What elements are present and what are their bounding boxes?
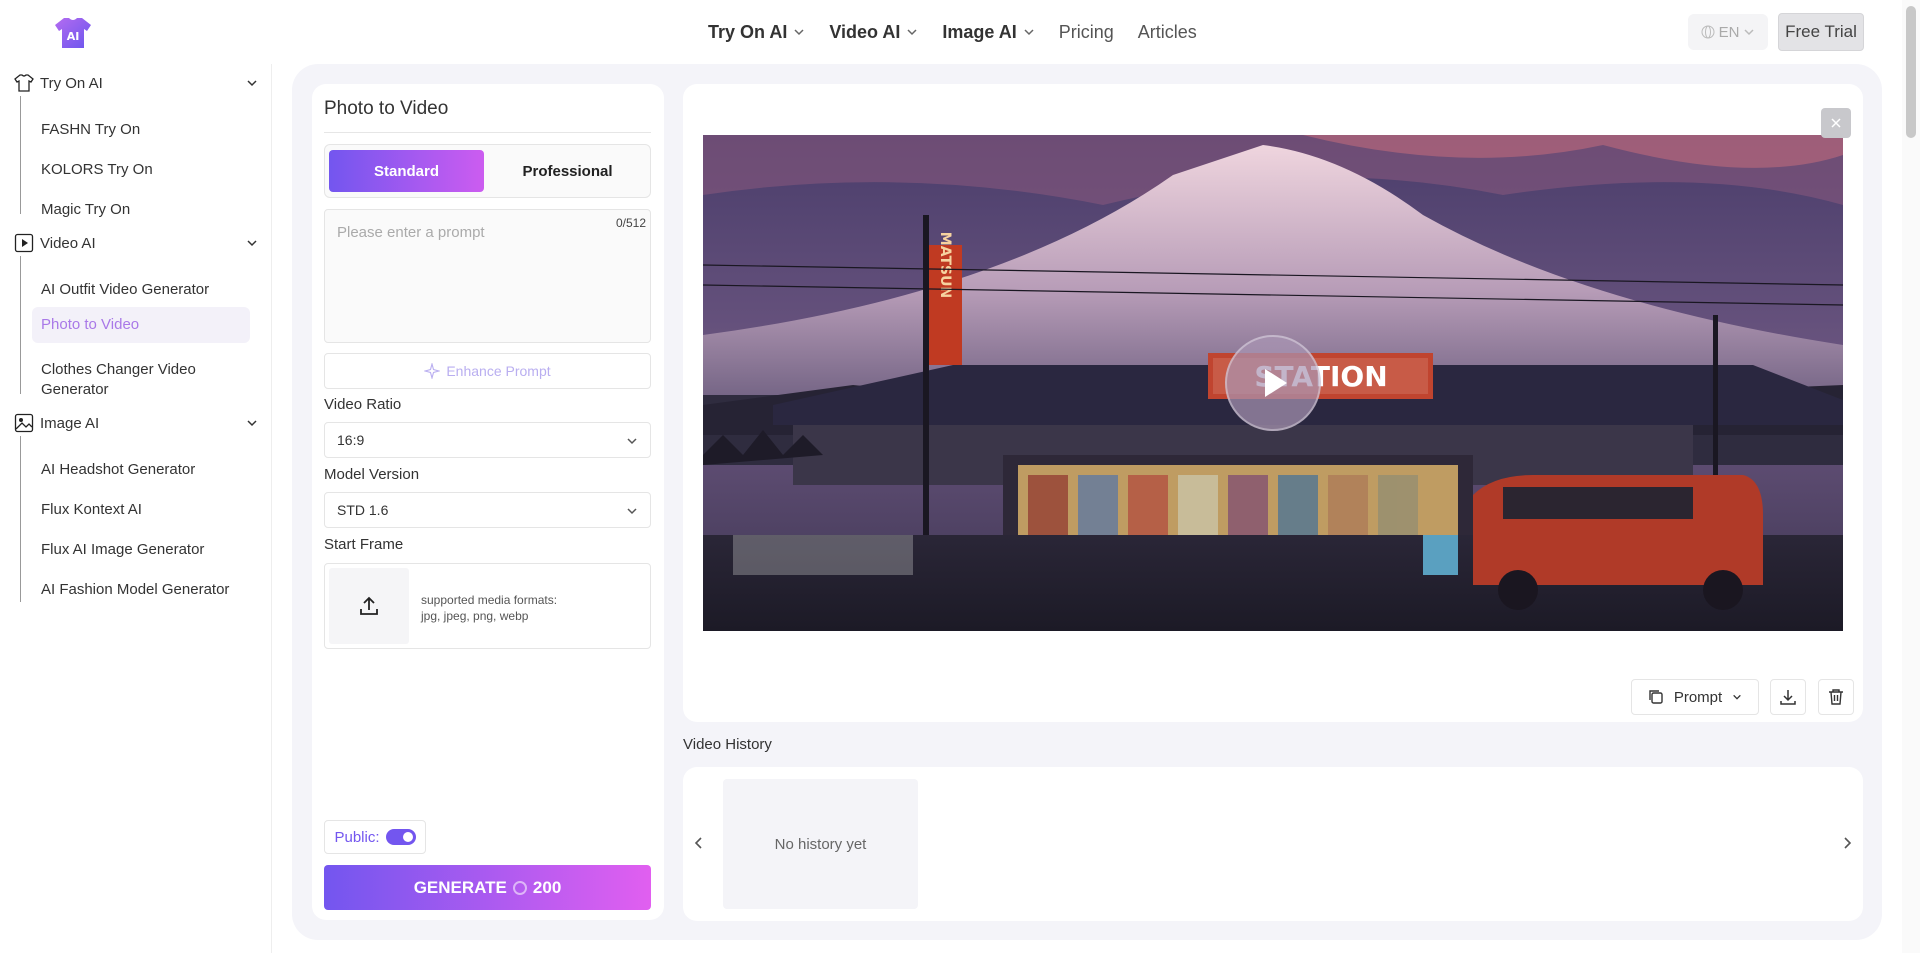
sidebar-item-flux-kontext-ai[interactable]: Flux Kontext AI (32, 492, 252, 528)
generate-cost: 200 (532, 877, 562, 897)
top-bar: AI Try On AI Video AI Image AI Pricing A… (0, 0, 1920, 64)
chevron-down-icon (1744, 29, 1754, 36)
public-toggle[interactable]: Public: (324, 820, 426, 854)
formats-line: supported media formats: (421, 593, 558, 607)
nav-video-ai[interactable]: Video AI (829, 22, 918, 43)
free-trial-button[interactable]: Free Trial (1778, 13, 1864, 51)
nav-label: Image AI (942, 21, 1017, 42)
title-divider (324, 132, 651, 133)
chevron-down-icon (247, 420, 257, 427)
prompt-char-count: 0/512 (615, 216, 646, 230)
sidebar-item-magic-try-on[interactable]: Magic Try On (32, 192, 252, 228)
section-title: Try On AI (40, 74, 103, 92)
start-frame-label: Start Frame (324, 536, 404, 553)
page-scrollbar[interactable] (1902, 0, 1920, 953)
sidebar-item-fashn-try-on[interactable]: FASHN Try On (32, 112, 252, 148)
sidebar-item-clothes-changer-video-generator[interactable]: Clothes Changer Video Generator (32, 352, 222, 408)
video-history-label: Video History (683, 736, 772, 753)
nav-label: Try On AI (708, 21, 788, 42)
toggle-switch[interactable] (385, 829, 416, 845)
download-icon (1780, 690, 1796, 705)
prompt-placeholder: Please enter a prompt (337, 224, 485, 241)
video-ratio-value: 16:9 (337, 432, 365, 448)
credit-coin-icon (512, 880, 527, 895)
nav-pricing[interactable]: Pricing (1059, 22, 1114, 43)
start-frame-upload[interactable]: supported media formats: jpg, jpeg, png,… (324, 563, 651, 649)
formats-line: jpg, jpeg, png, webp (421, 609, 529, 623)
history-next-arrow-icon[interactable] (1841, 836, 1853, 850)
sidebar-section-image-ai[interactable]: Image AI (14, 413, 258, 433)
page-title: Photo to Video (324, 98, 449, 119)
chevron-down-icon (247, 240, 257, 247)
video-icon (14, 233, 34, 253)
section-divider-line (20, 96, 21, 214)
history-empty-placeholder: No history yet (723, 779, 918, 909)
nav-label: Video AI (829, 21, 901, 42)
logo-icon[interactable]: AI (54, 16, 92, 50)
model-version-label: Model Version (324, 466, 420, 483)
section-title: Video AI (40, 234, 96, 252)
chevron-down-icon (247, 80, 257, 87)
nav-try-on-ai[interactable]: Try On AI (708, 22, 805, 43)
shirt-icon (14, 74, 34, 92)
enhance-label: Enhance Prompt (446, 363, 551, 379)
chevron-down-icon (627, 508, 637, 515)
video-ratio-select[interactable]: 16:9 (324, 422, 651, 458)
vertical-sign: MATSUN (937, 232, 953, 298)
image-icon (14, 413, 34, 433)
upload-button[interactable] (329, 568, 409, 644)
model-version-select[interactable]: STD 1.6 (324, 492, 651, 528)
prompt-button-label: Prompt (1673, 688, 1723, 706)
section-title: Image AI (40, 414, 100, 432)
sparkle-icon (424, 363, 441, 379)
svg-text:AI: AI (67, 30, 80, 43)
chevron-down-icon (1024, 29, 1034, 36)
generate-label: GENERATE (413, 877, 507, 897)
section-divider-line (20, 256, 21, 394)
prompt-input[interactable]: Please enter a prompt 0/512 (324, 209, 651, 343)
sidebar-item-ai-outfit-video-generator[interactable]: AI Outfit Video Generator (32, 272, 252, 308)
sidebar-item-kolors-try-on[interactable]: KOLORS Try On (32, 152, 252, 188)
video-ratio-label: Video Ratio (324, 396, 402, 413)
language-selector[interactable]: EN (1688, 14, 1768, 50)
chevron-down-icon (794, 29, 804, 36)
chevron-down-icon (1733, 694, 1741, 700)
generate-button[interactable]: GENERATE 200 (324, 865, 651, 910)
language-label: EN (1718, 23, 1740, 41)
trash-icon (1829, 689, 1843, 705)
sidebar-item-ai-fashion-model-generator[interactable]: AI Fashion Model Generator (32, 572, 252, 608)
scrollbar-thumb[interactable] (1906, 6, 1916, 138)
play-button[interactable] (1225, 335, 1321, 431)
professional-mode-button[interactable]: Professional (490, 150, 645, 192)
close-preview-button[interactable] (1821, 108, 1851, 138)
enhance-prompt-button[interactable]: Enhance Prompt (324, 353, 651, 389)
sidebar-section-try-on-ai[interactable]: Try On AI (14, 73, 258, 93)
history-prev-arrow-icon[interactable] (693, 836, 705, 850)
chevron-down-icon (627, 438, 637, 445)
public-label: Public: (334, 828, 380, 846)
copy-icon (1649, 690, 1663, 704)
chevron-down-icon (907, 29, 917, 36)
download-button[interactable] (1770, 679, 1806, 715)
sidebar-item-flux-ai-image-generator[interactable]: Flux AI Image Generator (32, 532, 252, 568)
standard-mode-button[interactable]: Standard (329, 150, 484, 192)
sidebar-section-video-ai[interactable]: Video AI (14, 233, 258, 253)
play-icon (1265, 369, 1287, 397)
sidebar-item-ai-headshot-generator[interactable]: AI Headshot Generator (32, 452, 252, 488)
nav-articles[interactable]: Articles (1138, 22, 1197, 43)
supported-formats-text: supported media formats: jpg, jpeg, png,… (421, 592, 557, 624)
sidebar-item-photo-to-video[interactable]: Photo to Video (32, 307, 250, 343)
mode-toggle: Standard Professional (324, 144, 651, 198)
main-nav: Try On AI Video AI Image AI Pricing Arti… (708, 0, 1197, 64)
close-icon (1831, 118, 1841, 128)
delete-button[interactable] (1818, 679, 1854, 715)
globe-icon (1701, 25, 1715, 39)
section-divider-line (20, 436, 21, 602)
prompt-dropdown-button[interactable]: Prompt (1631, 679, 1759, 715)
nav-image-ai[interactable]: Image AI (942, 22, 1034, 43)
model-version-value: STD 1.6 (337, 502, 389, 518)
upload-icon (360, 596, 378, 615)
